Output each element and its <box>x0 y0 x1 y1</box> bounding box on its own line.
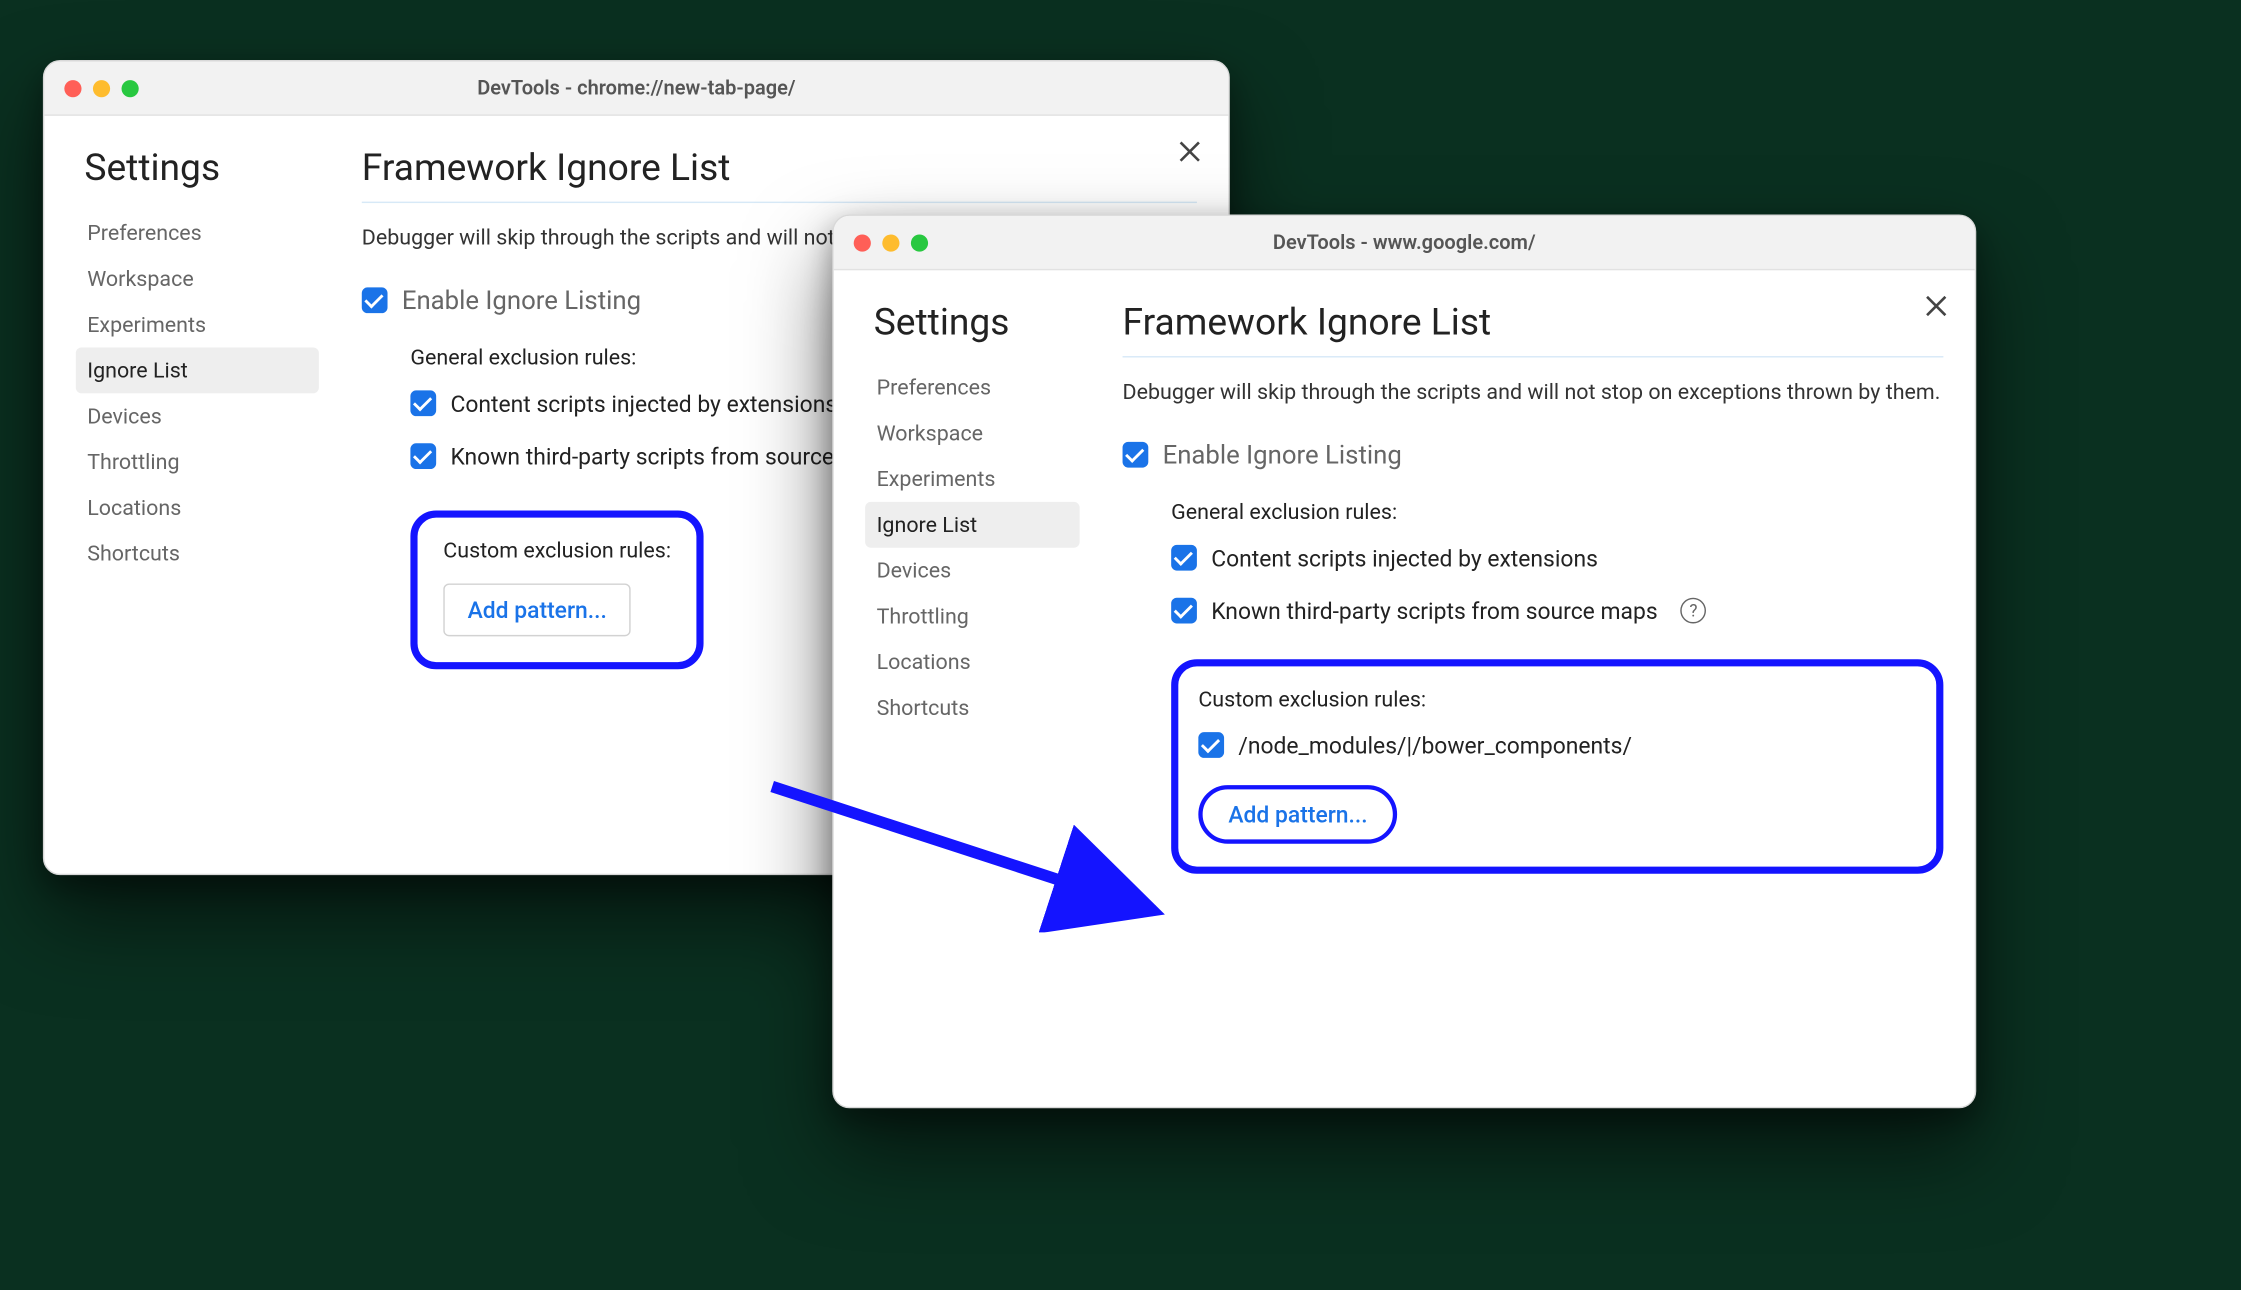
close-icon[interactable] <box>1920 290 1951 321</box>
sidebar-item-devices[interactable]: Devices <box>76 393 319 439</box>
sidebar-item-devices[interactable]: Devices <box>865 548 1079 594</box>
sidebar-item-throttling[interactable]: Throttling <box>76 439 319 485</box>
custom-pattern-row[interactable]: /node_modules/|/bower_components/ <box>1198 732 1910 759</box>
rule2-checkbox[interactable] <box>410 444 436 470</box>
custom-rules-highlight: Custom exclusion rules: Add pattern... <box>410 510 704 669</box>
page-title: Framework Ignore List <box>362 147 1197 203</box>
titlebar: DevTools - www.google.com/ <box>834 216 1975 270</box>
maximize-light[interactable] <box>122 79 139 96</box>
sidebar-item-throttling[interactable]: Throttling <box>865 593 1079 639</box>
sidebar-item-workspace[interactable]: Workspace <box>865 410 1079 456</box>
sidebar-item-workspace[interactable]: Workspace <box>76 256 319 302</box>
add-pattern-button[interactable]: Add pattern... <box>1198 785 1397 844</box>
enable-ignore-checkbox[interactable] <box>362 288 388 314</box>
sidebar-item-experiments[interactable]: Experiments <box>865 456 1079 502</box>
custom-rules-highlight: Custom exclusion rules: /node_modules/|/… <box>1171 659 1943 874</box>
sidebar-item-preferences[interactable]: Preferences <box>76 210 319 256</box>
sidebar-title: Settings <box>865 302 1079 345</box>
sidebar-item-ignore-list[interactable]: Ignore List <box>865 502 1079 548</box>
sidebar-item-shortcuts[interactable]: Shortcuts <box>865 685 1079 731</box>
devtools-window-front: DevTools - www.google.com/ Settings Pref… <box>832 214 1976 1108</box>
custom-rules-label: Custom exclusion rules: <box>1198 686 1910 712</box>
sidebar-item-preferences[interactable]: Preferences <box>865 365 1079 411</box>
rule1-checkbox[interactable] <box>1171 545 1197 571</box>
minimize-light[interactable] <box>882 234 899 251</box>
custom-pattern-checkbox[interactable] <box>1198 733 1224 759</box>
rule2-label: Known third-party scripts from source ma… <box>1211 597 1657 624</box>
rule2-checkbox[interactable] <box>1171 598 1197 624</box>
sidebar-item-locations[interactable]: Locations <box>865 639 1079 685</box>
close-light[interactable] <box>854 234 871 251</box>
enable-ignore-label: Enable Ignore Listing <box>402 286 641 316</box>
close-icon[interactable] <box>1174 136 1205 167</box>
traffic-lights <box>44 79 138 96</box>
settings-sidebar: Settings Preferences Workspace Experimen… <box>76 142 319 843</box>
enable-ignore-listing-row[interactable]: Enable Ignore Listing <box>1123 440 1944 470</box>
rule-content-scripts[interactable]: Content scripts injected by extensions <box>1171 544 1943 571</box>
enable-ignore-checkbox[interactable] <box>1123 442 1149 468</box>
sidebar-item-locations[interactable]: Locations <box>76 485 319 531</box>
rule-third-party[interactable]: Known third-party scripts from source ma… <box>1171 597 1943 624</box>
page-title: Framework Ignore List <box>1123 302 1944 358</box>
settings-main: Framework Ignore List Debugger will skip… <box>1080 296 1944 1075</box>
rule2-label: Known third-party scripts from source ma… <box>450 443 896 470</box>
minimize-light[interactable] <box>93 79 110 96</box>
custom-pattern-text: /node_modules/|/bower_components/ <box>1238 732 1632 759</box>
window-title: DevTools - chrome://new-tab-page/ <box>44 77 1228 100</box>
traffic-lights <box>834 234 928 251</box>
enable-ignore-label: Enable Ignore Listing <box>1163 440 1402 470</box>
add-pattern-button[interactable]: Add pattern... <box>443 583 631 636</box>
sidebar-item-shortcuts[interactable]: Shortcuts <box>76 531 319 577</box>
general-rules-label: General exclusion rules: <box>1171 499 1943 525</box>
sidebar-item-experiments[interactable]: Experiments <box>76 302 319 348</box>
custom-rules-label: Custom exclusion rules: <box>443 537 671 563</box>
maximize-light[interactable] <box>911 234 928 251</box>
titlebar: DevTools - chrome://new-tab-page/ <box>44 61 1228 115</box>
help-icon[interactable]: ? <box>1681 598 1707 624</box>
page-description: Debugger will skip through the scripts a… <box>1123 378 1944 409</box>
rule1-label: Content scripts injected by extensions <box>1211 544 1598 571</box>
settings-sidebar: Settings Preferences Workspace Experimen… <box>865 296 1079 1075</box>
close-light[interactable] <box>64 79 81 96</box>
sidebar-title: Settings <box>76 147 319 190</box>
sidebar-item-ignore-list[interactable]: Ignore List <box>76 347 319 393</box>
rule1-checkbox[interactable] <box>410 391 436 417</box>
rule1-label: Content scripts injected by extensions <box>450 390 837 417</box>
content-area: Settings Preferences Workspace Experimen… <box>834 270 1975 1107</box>
window-title: DevTools - www.google.com/ <box>834 231 1975 254</box>
